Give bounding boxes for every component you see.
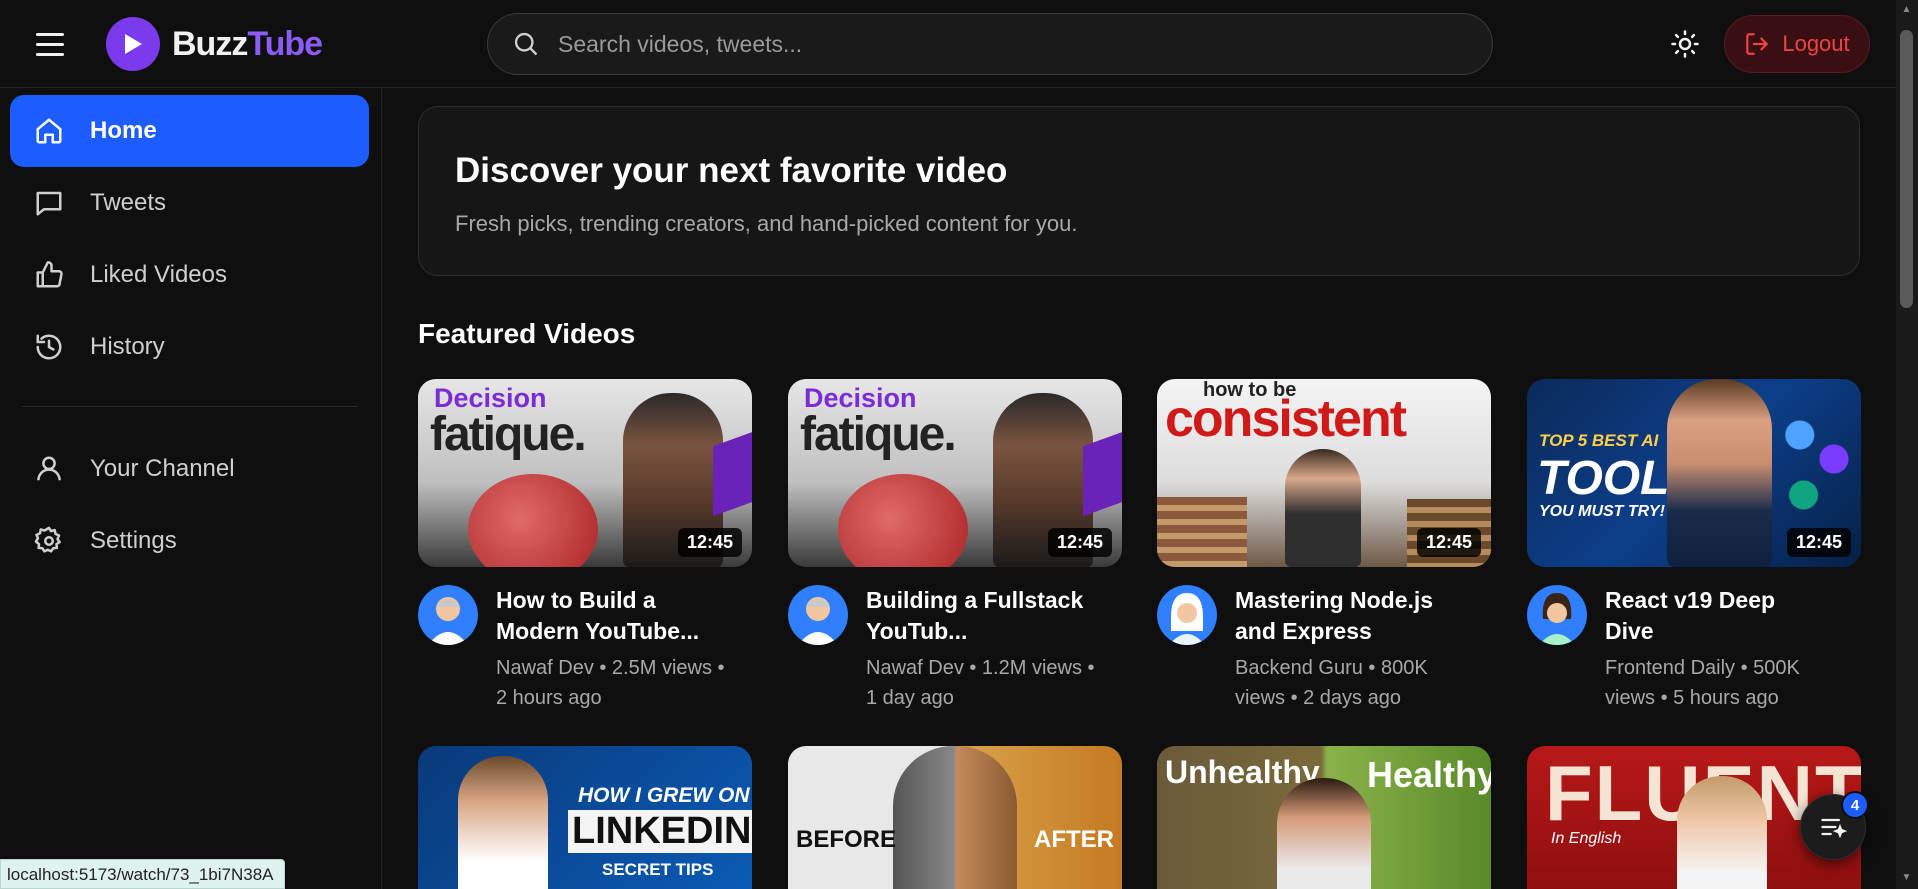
presenter-graphic — [1285, 449, 1361, 567]
presenter-graphic — [1677, 776, 1767, 889]
video-thumbnail[interactable]: Decision fatique. 12:45 — [788, 379, 1122, 567]
logout-label: Logout — [1782, 31, 1850, 56]
video-card[interactable]: TOP 5 BEST AI TOOLS YOU MUST TRY! 12:45 … — [1527, 379, 1861, 713]
user-icon — [37, 456, 61, 481]
history-icon — [36, 334, 62, 360]
logout-icon — [1746, 33, 1769, 55]
queue-button[interactable]: 4 — [1800, 791, 1869, 860]
purple-shape — [1083, 431, 1122, 517]
video-thumbnail[interactable]: TOP 5 BEST AI TOOLS YOU MUST TRY! 12:45 — [1527, 379, 1861, 567]
presenter-graphic — [1667, 379, 1772, 567]
scroll-down-icon[interactable]: ▼ — [1900, 872, 1913, 886]
queue-count-badge: 4 — [1841, 791, 1869, 819]
video-card[interactable]: Decision fatique. 12:45 Building a Fulls… — [788, 379, 1122, 713]
search-bar[interactable] — [487, 13, 1493, 75]
presenter-graphic — [1277, 778, 1371, 889]
video-title[interactable]: Building a Fullstack YouTub... — [866, 585, 1086, 647]
message-icon — [36, 191, 62, 216]
theme-toggle-button[interactable] — [1668, 27, 1702, 61]
video-thumbnail[interactable]: how to be consistent 12:45 — [1157, 379, 1491, 567]
video-title[interactable]: React v19 Deep Dive — [1605, 585, 1825, 647]
books-graphic — [1157, 497, 1247, 567]
sidebar-item-your-channel[interactable]: Your Channel — [10, 433, 369, 505]
sidebar-divider — [22, 406, 358, 407]
video-meta: Backend Guru • 800K views • 2 days ago — [1235, 657, 1428, 709]
sidebar-item-history[interactable]: History — [10, 311, 369, 383]
sidebar-item-settings[interactable]: Settings — [10, 505, 369, 577]
video-card[interactable]: how to be consistent 12:45 Mastering Nod… — [1157, 379, 1491, 713]
brain-graphic — [838, 474, 968, 567]
brain-graphic — [468, 474, 598, 567]
home-icon — [36, 118, 62, 144]
video-card[interactable]: Decision fatique. 12:45 How to Build a M… — [418, 379, 752, 713]
logo[interactable]: BuzzTube — [106, 17, 323, 71]
presenter-graphic — [893, 746, 1017, 889]
top-header: BuzzTube Logout — [0, 0, 1896, 88]
status-bar-url: localhost:5173/watch/73_1bi7N38A — [0, 859, 285, 889]
video-meta: Nawaf Dev • 2.5M views • 2 hours ago — [496, 657, 725, 709]
video-duration: 12:45 — [677, 528, 742, 557]
scrollbar-thumb[interactable] — [1900, 30, 1913, 308]
video-title[interactable]: How to Build a Modern YouTube... — [496, 585, 716, 647]
video-duration: 12:45 — [1416, 528, 1481, 557]
logout-button[interactable]: Logout — [1724, 15, 1870, 73]
section-title: Featured Videos — [418, 318, 636, 349]
video-duration: 12:45 — [1047, 528, 1112, 557]
menu-icon — [36, 32, 64, 36]
sun-icon — [1671, 30, 1699, 58]
video-meta: Frontend Daily • 500K views • 5 hours ag… — [1605, 657, 1800, 709]
sidebar-item-tweets[interactable]: Tweets — [10, 167, 369, 239]
video-thumbnail[interactable]: BEFORE AFTER — [788, 746, 1122, 889]
presenter-graphic — [458, 756, 548, 889]
hero-banner: Discover your next favorite video Fresh … — [418, 106, 1860, 276]
video-title[interactable]: Mastering Node.js and Express — [1235, 585, 1455, 647]
video-thumbnail[interactable]: Decision fatique. 12:45 — [418, 379, 752, 567]
search-input[interactable] — [558, 30, 1458, 58]
play-icon — [106, 17, 160, 71]
search-icon — [514, 32, 538, 56]
app-logos-graphic — [1777, 411, 1853, 531]
playlist-icon — [1821, 818, 1847, 839]
hero-title: Discover your next favorite video — [455, 151, 1008, 190]
video-thumbnail[interactable]: Unhealthy Healthy — [1157, 746, 1491, 889]
menu-button[interactable] — [36, 28, 68, 60]
gear-icon — [34, 526, 61, 553]
video-meta: Nawaf Dev • 1.2M views • 1 day ago — [866, 657, 1095, 709]
video-thumbnail[interactable]: HOW I GREW ON LINKEDIN SECRET TIPS — [418, 746, 752, 889]
channel-avatar[interactable] — [418, 585, 478, 645]
hero-subtitle: Fresh picks, trending creators, and hand… — [455, 211, 1078, 236]
channel-avatar[interactable] — [1527, 585, 1587, 645]
scroll-up-icon[interactable]: ▲ — [1900, 4, 1913, 18]
channel-avatar[interactable] — [788, 585, 848, 645]
thumbs-up-icon — [36, 261, 63, 288]
channel-avatar[interactable] — [1157, 585, 1217, 645]
logo-text: BuzzTube — [172, 24, 323, 63]
purple-shape — [713, 431, 752, 517]
video-duration: 12:45 — [1786, 528, 1851, 557]
sidebar-item-liked-videos[interactable]: Liked Videos — [10, 239, 369, 311]
sidebar-item-home[interactable]: Home — [10, 95, 369, 167]
sidebar: Home Tweets Liked Videos History Your Ch… — [0, 88, 382, 889]
